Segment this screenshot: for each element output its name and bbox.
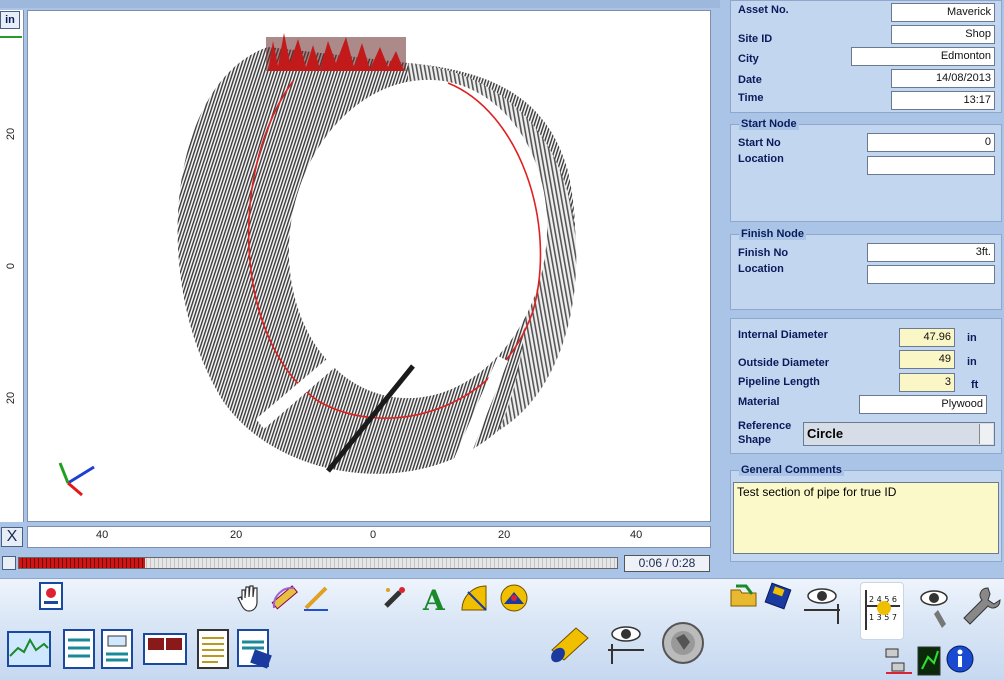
outside-diameter-label: Outside Diameter <box>738 357 830 369</box>
finish-no-label: Finish No <box>738 247 789 259</box>
reference-shape-select[interactable]: Circle <box>803 422 995 446</box>
date-field[interactable]: 14/08/2013 <box>891 69 995 88</box>
pencil-icon[interactable] <box>300 582 332 614</box>
site-id-field[interactable]: Shop <box>891 25 995 44</box>
outside-diameter-field[interactable]: 49 <box>899 350 955 369</box>
time-field[interactable]: 13:17 <box>891 91 995 110</box>
finish-node-title: Finish Node <box>739 228 806 240</box>
eye-measure-icon[interactable] <box>604 620 650 666</box>
start-no-label: Start No <box>738 137 781 149</box>
h-tick-label: 0 <box>370 529 377 541</box>
title-strip <box>0 0 720 8</box>
timeline-ticks <box>19 558 617 568</box>
svg-text:A: A <box>422 584 446 614</box>
v-tick-label: 20 <box>5 127 17 141</box>
reference-shape-value: Circle <box>807 426 844 441</box>
eye-ruler-icon[interactable] <box>800 580 846 626</box>
save-disk-icon[interactable] <box>762 580 794 612</box>
asset-info-panel: Asset No. Maverick Site ID Shop City Edm… <box>730 0 1002 113</box>
start-location-field[interactable] <box>867 156 995 175</box>
finish-node-panel: Finish Node Finish No 3ft. Location <box>730 228 1002 310</box>
time-label: Time <box>738 92 764 104</box>
outside-diameter-unit: in <box>967 356 977 368</box>
graph-icon[interactable] <box>6 626 52 672</box>
start-no-field[interactable]: 0 <box>867 133 995 152</box>
h-tick-label: 40 <box>96 529 109 541</box>
general-comments-panel: General Comments Test section of pipe fo… <box>730 464 1002 562</box>
axis-gizmo <box>58 462 95 497</box>
material-field[interactable]: Plywood <box>859 395 987 414</box>
start-location-label: Location <box>738 153 784 165</box>
vertical-ruler: 20 0 20 <box>0 10 24 522</box>
v-tick-label: 20 <box>5 391 17 405</box>
start-node-panel: Start Node Start No 0 Location <box>730 118 1002 222</box>
internal-diameter-label: Internal Diameter <box>738 329 828 341</box>
report-icon[interactable] <box>36 580 68 612</box>
sonar-icon[interactable] <box>914 645 946 677</box>
peak-markers <box>266 33 406 71</box>
pipeline-length-unit: ft <box>971 379 979 391</box>
pipe-3d-icon[interactable] <box>546 620 592 666</box>
info-icon[interactable] <box>944 643 976 675</box>
reference-shape-label: Reference <box>738 420 792 432</box>
network-icon[interactable] <box>882 645 914 677</box>
compare-icon[interactable] <box>142 626 188 672</box>
start-node-title: Start Node <box>739 118 799 130</box>
h-tick-label: 20 <box>230 529 243 541</box>
general-comments-title: General Comments <box>739 464 844 476</box>
city-field[interactable]: Edmonton <box>851 47 995 66</box>
pipe-3d-render <box>58 33 577 497</box>
ruler-marker <box>0 36 22 38</box>
gauge-icon[interactable] <box>498 582 530 614</box>
protractor-icon[interactable] <box>458 582 490 614</box>
hand-pan-icon[interactable] <box>234 582 266 614</box>
wrench-icon[interactable] <box>958 584 1004 630</box>
v-tick-label: 0 <box>5 262 17 270</box>
h-tick-label: 20 <box>498 529 511 541</box>
playback-time: 0:06 / 0:28 <box>624 555 710 572</box>
h-tick-label: 40 <box>630 529 643 541</box>
internal-diameter-unit: in <box>967 332 977 344</box>
report-list-icon[interactable] <box>96 626 142 672</box>
marker-icon[interactable] <box>378 582 410 614</box>
pipe-properties-panel: Internal Diameter 47.96 in Outside Diame… <box>730 318 1002 454</box>
horizontal-ruler: 40 20 0 20 40 <box>27 526 711 548</box>
date-label: Date <box>738 74 762 86</box>
reference-shape-label-2: Shape <box>738 434 772 446</box>
cross-section-icon[interactable] <box>660 620 706 666</box>
text-annotate-icon[interactable]: A <box>418 582 450 614</box>
folder-open-icon[interactable] <box>728 580 760 612</box>
timeline-start-icon[interactable] <box>2 556 16 570</box>
ruler-icon[interactable] <box>268 582 300 614</box>
general-comments-field[interactable]: Test section of pipe for true ID <box>733 482 999 554</box>
finish-location-field[interactable] <box>867 265 995 284</box>
site-id-label: Site ID <box>738 33 773 45</box>
finish-location-label: Location <box>738 263 784 275</box>
pipe-3d-viewport[interactable] <box>27 10 711 522</box>
pipeline-length-field[interactable]: 3 <box>899 373 955 392</box>
finish-no-field[interactable]: 3ft. <box>867 243 995 262</box>
playback-timeline[interactable] <box>18 557 618 569</box>
asset-no-field[interactable]: Maverick <box>891 3 995 22</box>
internal-diameter-field[interactable]: 47.96 <box>899 328 955 347</box>
city-label: City <box>738 53 759 65</box>
pipeline-length-label: Pipeline Length <box>738 376 820 388</box>
export-icon[interactable] <box>232 626 278 672</box>
asset-no-label: Asset No. <box>738 4 789 16</box>
material-label: Material <box>738 396 780 408</box>
close-view-button[interactable]: X <box>1 527 23 547</box>
dropdown-button[interactable] <box>979 424 993 444</box>
eye-settings-icon[interactable] <box>914 584 960 630</box>
profile-grid-icon[interactable]: 2 4 5 6 1 3 5 7 <box>860 586 906 632</box>
unit-selector[interactable]: in <box>0 11 20 29</box>
